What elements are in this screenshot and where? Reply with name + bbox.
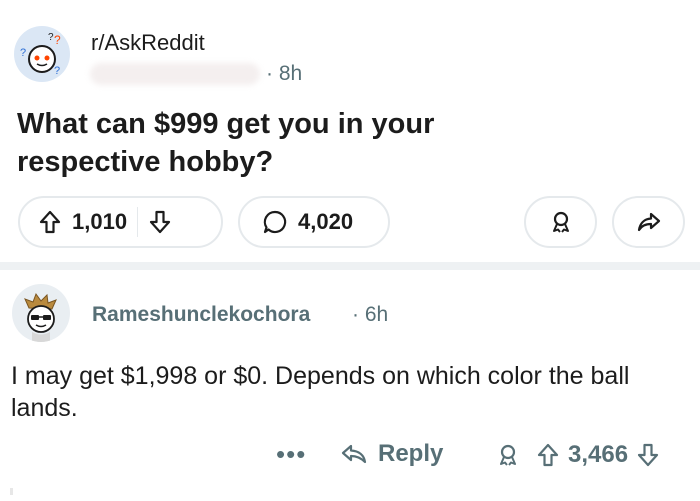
section-separator: [0, 262, 700, 270]
vote-divider: [137, 207, 139, 237]
comment-award-icon[interactable]: [496, 443, 520, 472]
vote-bar: 1,010: [18, 196, 223, 248]
corner-mark: [10, 488, 13, 495]
reply-button[interactable]: Reply: [340, 440, 443, 468]
post-title[interactable]: What can $999 get you in your respective…: [17, 105, 537, 181]
comment-vote-bar: 3,466: [536, 441, 660, 469]
share-button[interactable]: [612, 196, 685, 248]
upvote-arrow-icon[interactable]: [38, 209, 62, 235]
comment-time-value: 6h: [364, 303, 389, 326]
user-avatar[interactable]: [12, 284, 70, 342]
subreddit-name[interactable]: r/AskReddit: [91, 30, 205, 56]
downvote-arrow-icon[interactable]: [148, 209, 172, 235]
svg-text:?: ?: [54, 65, 60, 77]
post-time-value: 8h: [278, 62, 303, 85]
more-options-button[interactable]: •••: [276, 439, 306, 470]
comment-bubble-icon: [262, 209, 288, 235]
share-arrow-icon: [636, 210, 662, 234]
comment-text: I may get $1,998 or $0. Depends on which…: [11, 362, 630, 422]
reply-arrow-icon: [340, 442, 368, 466]
award-button[interactable]: [524, 196, 597, 248]
subreddit-avatar[interactable]: ? ? ? ?: [14, 26, 70, 82]
comments-button[interactable]: 4,020: [238, 196, 390, 248]
post-card: ? ? ? ? r/AskReddit · 8h What can $999 g…: [0, 0, 700, 262]
reply-label: Reply: [378, 440, 444, 467]
comment-time: · 6h: [352, 303, 389, 326]
svg-text:?: ?: [54, 33, 61, 47]
svg-text:?: ?: [48, 32, 54, 43]
upvote-arrow-icon[interactable]: [536, 442, 560, 468]
comment-username[interactable]: Rameshunclekochora: [92, 303, 310, 327]
post-time: · 8h: [266, 62, 303, 85]
redacted-username: [90, 63, 260, 85]
award-ribbon-icon: [549, 210, 573, 234]
post-vote-count: 1,010: [72, 209, 128, 234]
downvote-arrow-icon[interactable]: [636, 442, 660, 468]
comment-count: 4,020: [298, 209, 354, 234]
svg-text:?: ?: [20, 47, 26, 59]
comment-vote-count: 3,466: [568, 441, 629, 468]
